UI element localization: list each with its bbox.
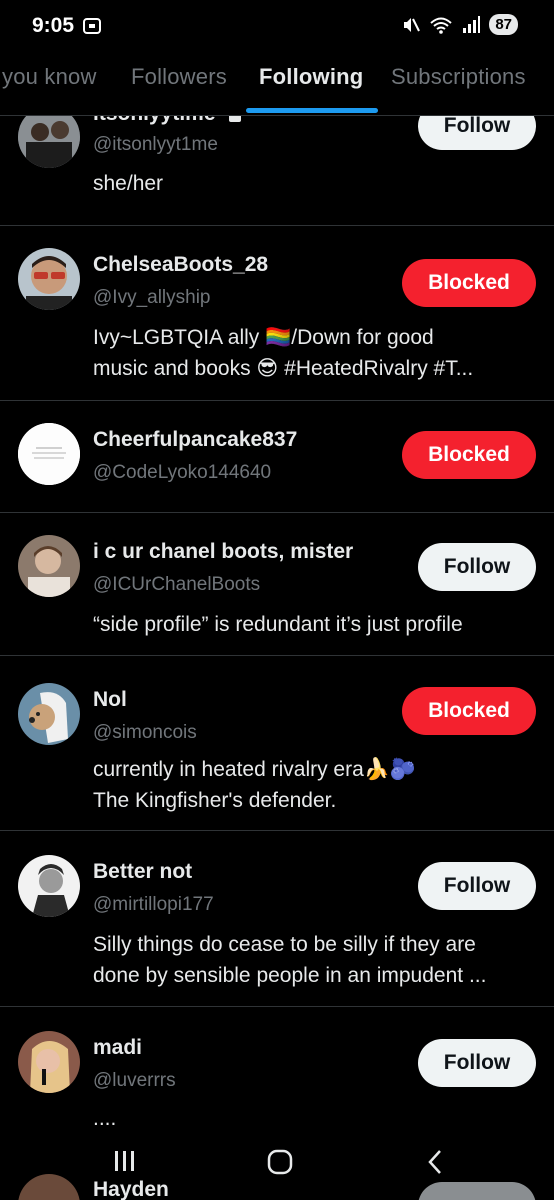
user-handle: @itsonlyyt1me xyxy=(93,134,218,155)
user-bio: currently in heated rivalry era🍌🫐 The Ki… xyxy=(93,754,533,816)
user-row-partial[interactable]: Hayden xyxy=(0,1170,554,1200)
signal-icon xyxy=(463,15,481,33)
user-list: itsonlyytime @itsonlyyt1me she/her Follo… xyxy=(0,116,554,1126)
user-handle: @luverrrs xyxy=(93,1070,176,1091)
user-row[interactable]: Cheerfulpancake837 @CodeLyoko144640 Bloc… xyxy=(0,401,554,513)
user-row[interactable]: Better not @mirtillopi177 Silly things d… xyxy=(0,831,554,1007)
status-icons: 87 xyxy=(401,14,518,35)
avatar[interactable] xyxy=(18,248,80,310)
user-bio-line: The Kingfisher's defender. xyxy=(93,789,337,812)
user-handle: @simoncois xyxy=(93,722,197,743)
battery-indicator: 87 xyxy=(489,14,518,35)
user-bio-line: music and books 😎 #HeatedRivalry #T... xyxy=(93,357,474,380)
tab-following[interactable]: Following xyxy=(259,64,363,90)
mute-icon xyxy=(404,17,421,32)
user-bio-line: done by sensible people in an impudent .… xyxy=(93,964,487,987)
lock-icon xyxy=(229,116,242,123)
blocked-button[interactable]: Blocked xyxy=(402,687,536,735)
blocked-button[interactable]: Blocked xyxy=(402,431,536,479)
user-row[interactable]: madi @luverrrs .... Follow xyxy=(0,1007,554,1126)
status-bar: 9:05 87 xyxy=(0,0,554,52)
user-bio: .... xyxy=(93,1107,117,1126)
user-row[interactable]: i c ur chanel boots, mister @ICUrChanelB… xyxy=(0,513,554,656)
user-bio: she/her xyxy=(93,172,164,195)
avatar[interactable] xyxy=(18,855,80,917)
user-bio: Silly things do cease to be silly if the… xyxy=(93,929,533,991)
user-row[interactable]: ChelseaBoots_28 @Ivy_allyship Ivy~LGBTQI… xyxy=(0,226,554,401)
blocked-button[interactable]: Blocked xyxy=(402,259,536,307)
avatar[interactable] xyxy=(18,116,80,168)
user-bio: Ivy~LGBTQIA ally 🏳️‍🌈/Down for good musi… xyxy=(93,322,533,384)
user-name-text: itsonlyytime xyxy=(93,116,216,125)
user-name[interactable]: itsonlyytime xyxy=(93,116,243,126)
user-bio-line: Ivy~LGBTQIA ally 🏳️‍🌈/Down for good xyxy=(93,326,434,349)
user-name[interactable]: madi xyxy=(93,1036,142,1060)
avatar[interactable] xyxy=(18,535,80,597)
tab-subscriptions[interactable]: Subscriptions xyxy=(391,64,526,90)
follow-button[interactable]: Follow xyxy=(418,862,536,910)
user-handle: @Ivy_allyship xyxy=(93,287,211,308)
follow-button[interactable]: Follow xyxy=(418,1039,536,1087)
active-tab-indicator xyxy=(246,108,378,113)
user-handle: @mirtillopi177 xyxy=(93,894,214,915)
tab-followers[interactable]: Followers xyxy=(131,64,227,90)
follow-button[interactable] xyxy=(418,1182,536,1200)
avatar[interactable] xyxy=(18,423,80,485)
user-bio-line: Silly things do cease to be silly if the… xyxy=(93,933,476,956)
tab-you-know[interactable]: you know xyxy=(2,64,97,90)
user-name[interactable]: Cheerfulpancake837 xyxy=(93,428,297,452)
wifi-icon xyxy=(430,17,452,34)
user-handle: @ICUrChanelBoots xyxy=(93,574,261,595)
user-name[interactable]: i c ur chanel boots, mister xyxy=(93,540,353,564)
avatar[interactable] xyxy=(18,1174,80,1200)
screen-record-icon xyxy=(83,18,101,34)
avatar[interactable] xyxy=(18,1031,80,1093)
user-bio: “side profile” is redundant it’s just pr… xyxy=(93,613,463,636)
follow-button[interactable]: Follow xyxy=(418,116,536,150)
user-bio-line: currently in heated rivalry era🍌🫐 xyxy=(93,758,417,781)
user-handle: @CodeLyoko144640 xyxy=(93,462,272,483)
user-name[interactable]: ChelseaBoots_28 xyxy=(93,253,268,277)
user-name[interactable]: Nol xyxy=(93,688,127,712)
user-row[interactable]: Nol @simoncois currently in heated rival… xyxy=(0,656,554,831)
user-row[interactable]: itsonlyytime @itsonlyyt1me she/her Follo… xyxy=(0,116,554,226)
follow-button[interactable]: Follow xyxy=(418,543,536,591)
avatar[interactable] xyxy=(18,683,80,745)
user-name[interactable]: Better not xyxy=(93,860,192,884)
status-time: 9:05 xyxy=(32,14,75,37)
user-name[interactable]: Hayden xyxy=(93,1178,169,1200)
following-tabs: you know Followers Following Subscriptio… xyxy=(0,52,554,116)
